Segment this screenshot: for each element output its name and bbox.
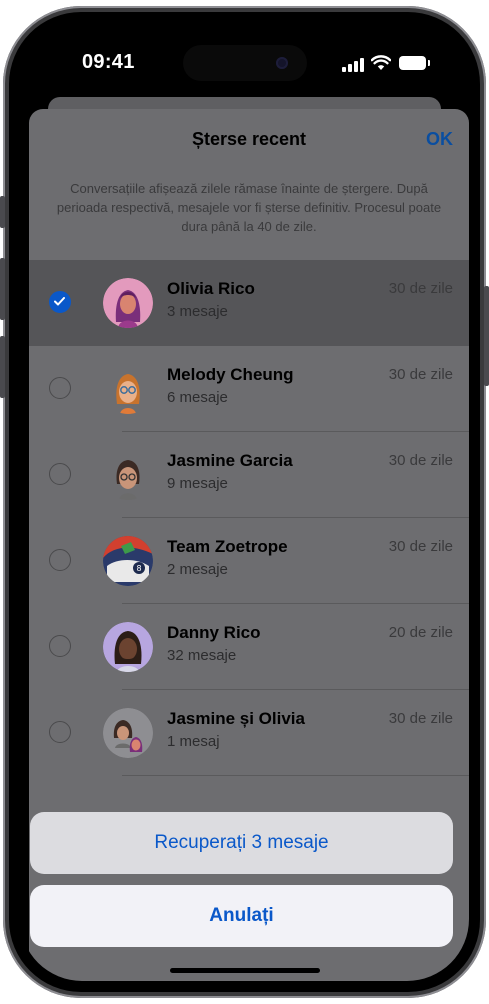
cancel-button[interactable]: Anulați (30, 885, 453, 947)
days-remaining: 30 de zile (388, 452, 453, 469)
conversation-row-olivia-rico[interactable]: Olivia Rico 3 mesaje 30 de zile (29, 260, 469, 346)
radio-unselected-icon[interactable] (49, 721, 71, 743)
conversation-name: Jasmine Garcia (167, 451, 293, 470)
side-button (484, 286, 489, 386)
radio-unselected-icon[interactable] (49, 463, 71, 485)
recover-messages-button[interactable]: Recuperați 3 mesaje (30, 812, 453, 874)
svg-text:8: 8 (136, 564, 141, 573)
wifi-icon (371, 55, 391, 70)
conversation-name: Team Zoetrope (167, 537, 288, 556)
camera-icon (276, 57, 288, 69)
info-text: Conversațiile afișează zilele rămase îna… (56, 181, 442, 234)
checkmark-selected-icon[interactable] (49, 291, 71, 313)
avatar: 8 (103, 536, 153, 586)
conversation-name: Danny Rico (167, 623, 261, 642)
action-button (0, 196, 5, 228)
days-remaining: 30 de zile (388, 280, 453, 297)
status-bar: 09:41 (20, 23, 469, 98)
radio-unselected-icon[interactable] (49, 635, 71, 657)
conversation-row-melody-cheung[interactable]: Melody Cheung 6 mesaje 30 de zile (29, 346, 469, 432)
conversation-name: Melody Cheung (167, 365, 294, 384)
volume-up-button (0, 258, 5, 320)
screen: 09:41 Șterse recent OK Conversațiile afi… (20, 23, 469, 981)
conversation-name: Olivia Rico (167, 279, 255, 298)
battery-icon (399, 56, 430, 70)
radio-unselected-icon[interactable] (49, 549, 71, 571)
message-count: 2 mesaje (167, 561, 228, 578)
dynamic-island (183, 45, 307, 81)
message-count: 1 mesaj (167, 733, 220, 750)
avatar (103, 278, 153, 328)
sheet-title: Șterse recent (191, 129, 307, 149)
radio-unselected-icon[interactable] (49, 377, 71, 399)
conversation-row-danny-rico[interactable]: Danny Rico 32 mesaje 20 de zile (29, 604, 469, 690)
conversation-row-jasmine-garcia[interactable]: Jasmine Garcia 9 mesaje 30 de zile (29, 432, 469, 518)
message-count: 9 mesaje (167, 475, 228, 492)
sheet-header: Șterse recent OK (29, 109, 469, 169)
volume-down-button (0, 336, 5, 398)
row-separator (122, 775, 469, 776)
home-indicator (170, 968, 320, 973)
message-count: 3 mesaje (167, 303, 228, 320)
avatar (103, 450, 153, 500)
days-remaining: 30 de zile (388, 538, 453, 555)
days-remaining: 30 de zile (388, 710, 453, 727)
avatar (103, 622, 153, 672)
message-count: 32 mesaje (167, 647, 237, 664)
cellular-signal-icon (342, 58, 364, 72)
ok-button[interactable]: OK (426, 129, 453, 150)
days-remaining: 30 de zile (388, 366, 453, 383)
days-remaining: 20 de zile (388, 624, 453, 641)
avatar (103, 364, 153, 414)
conversation-row-team-zoetrope[interactable]: 8 Team Zoetrope 2 mesaje 30 de zile (29, 518, 469, 604)
conversation-name: Jasmine și Olivia (167, 709, 305, 728)
avatar (103, 708, 153, 758)
message-count: 6 mesaje (167, 389, 228, 406)
status-time: 09:41 (82, 51, 135, 73)
conversation-row-jasmine-si-olivia[interactable]: Jasmine și Olivia 1 mesaj 30 de zile (29, 690, 469, 776)
